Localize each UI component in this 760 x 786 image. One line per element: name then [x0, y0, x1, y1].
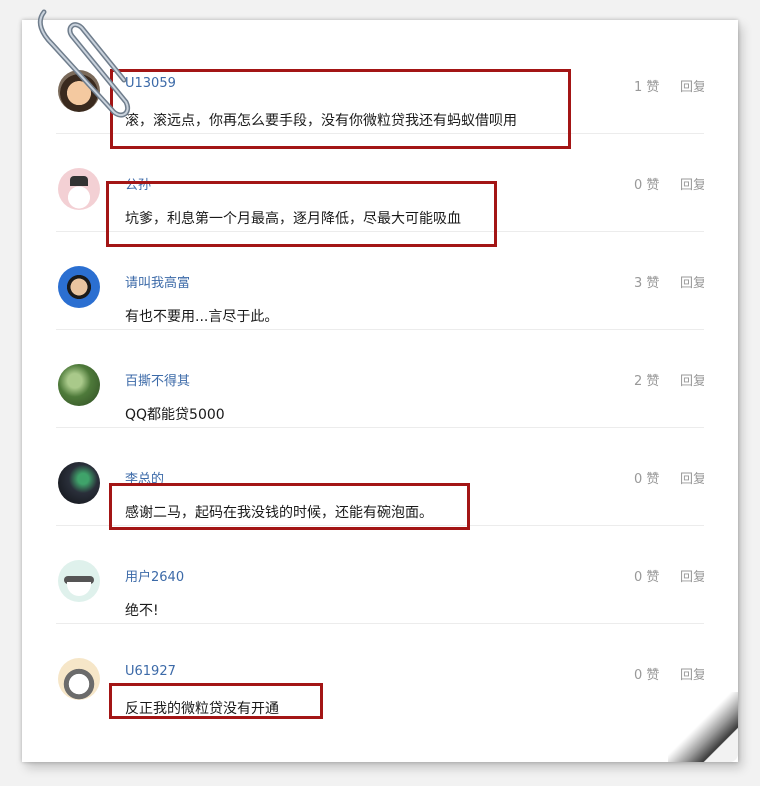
reply-button[interactable]: 回复 — [680, 370, 704, 389]
avatar[interactable] — [58, 462, 100, 504]
comment-text: 绝不! — [125, 603, 159, 619]
username[interactable]: 百撕不得其 — [125, 370, 195, 389]
face-shape — [67, 582, 91, 596]
username[interactable]: 用户2640 — [125, 566, 195, 585]
like-count[interactable]: 0 赞 — [634, 174, 659, 193]
reply-button[interactable]: 回复 — [680, 664, 704, 683]
paperclip-icon — [37, 9, 130, 118]
username[interactable]: U61927 — [125, 664, 195, 679]
comment-item: 请叫我高富 有也不要用...言尽于此。 3 赞 回复 — [56, 232, 704, 330]
comment-text: 有也不要用...言尽于此。 — [125, 309, 279, 325]
comment-item: U13059 滚，滚远点，你再怎么要手段，没有你微粒贷我还有蚂蚁借呗用 1 赞 … — [56, 36, 704, 134]
reply-button[interactable]: 回复 — [680, 468, 704, 487]
like-count[interactable]: 2 赞 — [634, 370, 659, 389]
username[interactable]: 请叫我高富 — [125, 272, 195, 291]
avatar[interactable] — [58, 364, 100, 406]
comment-text: 坑爹，利息第一个月最高，逐月降低，尽最大可能吸血 — [125, 211, 461, 227]
comment-text: 感谢二马，起码在我没钱的时候，还能有碗泡面。 — [125, 505, 433, 521]
reply-button[interactable]: 回复 — [680, 174, 704, 193]
reply-button[interactable]: 回复 — [680, 566, 704, 585]
username[interactable]: 公孙 — [125, 174, 177, 193]
avatar[interactable] — [58, 168, 100, 210]
avatar[interactable] — [58, 266, 100, 308]
username[interactable]: 李总的 — [125, 468, 177, 487]
reply-button[interactable]: 回复 — [680, 76, 704, 95]
like-count[interactable]: 0 赞 — [634, 664, 659, 683]
comment-text: 反正我的微粒贷没有开通 — [125, 701, 279, 717]
like-count[interactable]: 0 赞 — [634, 468, 659, 487]
comment-item: 用户2640 绝不! 0 赞 回复 — [56, 526, 704, 624]
comment-list: U13059 滚，滚远点，你再怎么要手段，没有你微粒贷我还有蚂蚁借呗用 1 赞 … — [56, 36, 704, 721]
comment-item: 公孙 坑爹，利息第一个月最高，逐月降低，尽最大可能吸血 0 赞 回复 — [56, 134, 704, 232]
comment-text: QQ都能贷5000 — [125, 407, 225, 423]
avatar[interactable] — [58, 560, 100, 602]
like-count[interactable]: 0 赞 — [634, 566, 659, 585]
like-count[interactable]: 3 赞 — [634, 272, 659, 291]
hat-shape — [70, 176, 88, 186]
comment-item: 李总的 感谢二马，起码在我没钱的时候，还能有碗泡面。 0 赞 回复 — [56, 428, 704, 526]
like-count[interactable]: 1 赞 — [634, 76, 659, 95]
avatar[interactable] — [58, 658, 100, 700]
comment-text: 滚，滚远点，你再怎么要手段，没有你微粒贷我还有蚂蚁借呗用 — [125, 113, 517, 129]
comment-item: 百撕不得其 QQ都能贷5000 2 赞 回复 — [56, 330, 704, 428]
reply-button[interactable]: 回复 — [680, 272, 704, 291]
comment-item: U61927 反正我的微粒贷没有开通 0 赞 回复 — [56, 624, 704, 721]
